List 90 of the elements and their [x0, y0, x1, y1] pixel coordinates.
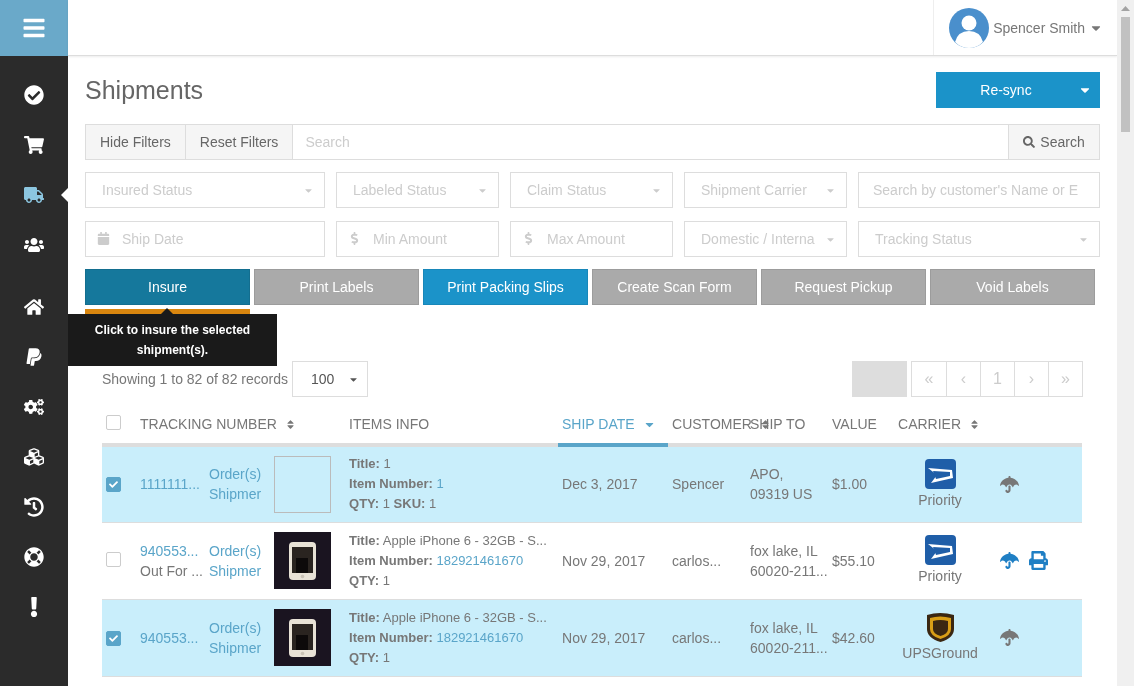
address-line: fox lake, IL	[750, 541, 819, 561]
item-info-line: Item Number: 182921461670	[349, 628, 525, 647]
action-button[interactable]: Void Labels	[930, 269, 1095, 305]
carrier-service: Priority	[918, 567, 962, 586]
menu-icon	[22, 16, 46, 40]
address-line: 60020-211...	[750, 561, 825, 581]
history-icon	[24, 497, 44, 517]
check-icon	[109, 480, 118, 490]
ship-date: Nov 29, 2017	[562, 628, 647, 648]
shipment-value: $55.10	[832, 551, 876, 571]
item-info-line: QTY: 1 SKU: 1	[349, 495, 438, 514]
cubes-icon	[24, 447, 44, 467]
customer-name: carlos...	[672, 628, 723, 648]
item-info-line: Title: Apple iPhone 6 - 32GB - S...	[349, 608, 548, 627]
address-line: 09319 US	[750, 485, 814, 505]
users-icon	[24, 235, 44, 255]
order-link[interactable]: Order(s)	[209, 617, 266, 638]
page-title: Shipments	[85, 75, 204, 105]
order-link[interactable]: Order(s)	[209, 464, 266, 485]
customer-name: carlos...	[672, 551, 723, 571]
eagle-logo-icon	[924, 535, 956, 565]
action-button[interactable]: Request Pickup	[761, 269, 926, 305]
shipment-link[interactable]: Shipmer	[209, 560, 266, 581]
shipment-link[interactable]: Shipmer	[209, 484, 266, 505]
gears-icon	[24, 397, 44, 417]
item-info-line: Title: 1	[349, 455, 392, 474]
check-icon	[109, 633, 118, 643]
records-summary: Showing 1 to 82 of 82 records	[102, 371, 288, 387]
shipment-value: $42.60	[832, 628, 876, 648]
menu-button[interactable]	[0, 0, 68, 56]
dollar-icon	[348, 232, 361, 245]
avatar-icon	[949, 7, 990, 48]
umbrella-icon[interactable]	[1000, 551, 1020, 570]
carrier-service: UPSGround	[902, 644, 978, 663]
action-button[interactable]: Insure	[85, 269, 250, 305]
item-number-link[interactable]: 182921461670	[436, 552, 524, 568]
shipment-link[interactable]: Shipmer	[209, 637, 266, 658]
customer-name: Spencer	[672, 475, 726, 495]
search-icon	[1023, 136, 1036, 148]
action-button[interactable]: Create Scan Form	[592, 269, 757, 305]
lifebuoy-icon	[24, 547, 44, 567]
item-number-link[interactable]: 182921461670	[436, 629, 524, 645]
scrollbar[interactable]	[1117, 0, 1134, 686]
shipment-value: $1.00	[832, 475, 869, 495]
page-size-select[interactable]: 100	[292, 361, 368, 397]
print-icon[interactable]	[1029, 551, 1049, 570]
item-info-line: Title: Apple iPhone 6 - 32GB - S...	[349, 531, 548, 550]
order-link[interactable]: Order(s)	[209, 540, 266, 561]
ship-date: Nov 29, 2017	[562, 551, 647, 571]
filter-button[interactable]: Reset Filters	[184, 124, 294, 160]
umbrella-icon[interactable]	[1000, 628, 1020, 647]
tracking-link[interactable]: 940553...	[140, 540, 201, 561]
tracking-link[interactable]: 940553...	[140, 627, 201, 648]
address-line: fox lake, IL	[750, 618, 819, 638]
cart-icon	[24, 135, 44, 155]
resync-button[interactable]: Re-sync	[936, 72, 1100, 108]
filter-button[interactable]: Hide Filters	[85, 124, 186, 160]
checkbox[interactable]	[106, 477, 121, 493]
dollar-icon	[522, 232, 535, 245]
item-number-link[interactable]: 1	[436, 476, 444, 492]
carrier-service: Priority	[918, 490, 962, 510]
shield-logo-icon	[924, 612, 956, 642]
eagle-logo-icon	[924, 458, 956, 489]
user-menu[interactable]: Spencer Smith	[933, 0, 1117, 55]
sort-icon	[284, 418, 296, 430]
tracking-status: Out For ...	[140, 561, 201, 581]
address-line: APO,	[750, 465, 785, 485]
action-button[interactable]: Print Packing Slips	[423, 269, 588, 305]
ship-date: Dec 3, 2017	[562, 475, 639, 495]
item-info-line: QTY: 1	[349, 648, 391, 667]
image-placeholder	[274, 455, 331, 513]
search-button[interactable]: Search	[1008, 124, 1100, 160]
truck-icon	[24, 185, 44, 205]
pagination-placeholder	[852, 361, 907, 397]
address-line: 60020-211...	[750, 638, 825, 658]
tracking-link[interactable]: 1111111...	[140, 474, 201, 495]
umbrella-icon[interactable]	[1000, 474, 1020, 494]
item-info-line: QTY: 1	[349, 571, 391, 590]
checkbox[interactable]	[106, 551, 121, 567]
sort-icon	[969, 418, 981, 430]
item-info-line: Item Number: 182921461670	[349, 551, 525, 570]
item-info-line: Item Number: 1	[349, 475, 445, 494]
paypal-icon	[24, 347, 44, 367]
home-icon	[24, 297, 44, 317]
checkbox[interactable]	[106, 415, 121, 430]
action-button[interactable]: Print Labels	[254, 269, 419, 305]
calendar-icon	[97, 232, 110, 245]
tooltip: Click to insure the selected shipment(s).	[68, 314, 277, 366]
checkbox[interactable]	[106, 630, 121, 646]
scroll-thumb[interactable]	[1121, 17, 1130, 132]
